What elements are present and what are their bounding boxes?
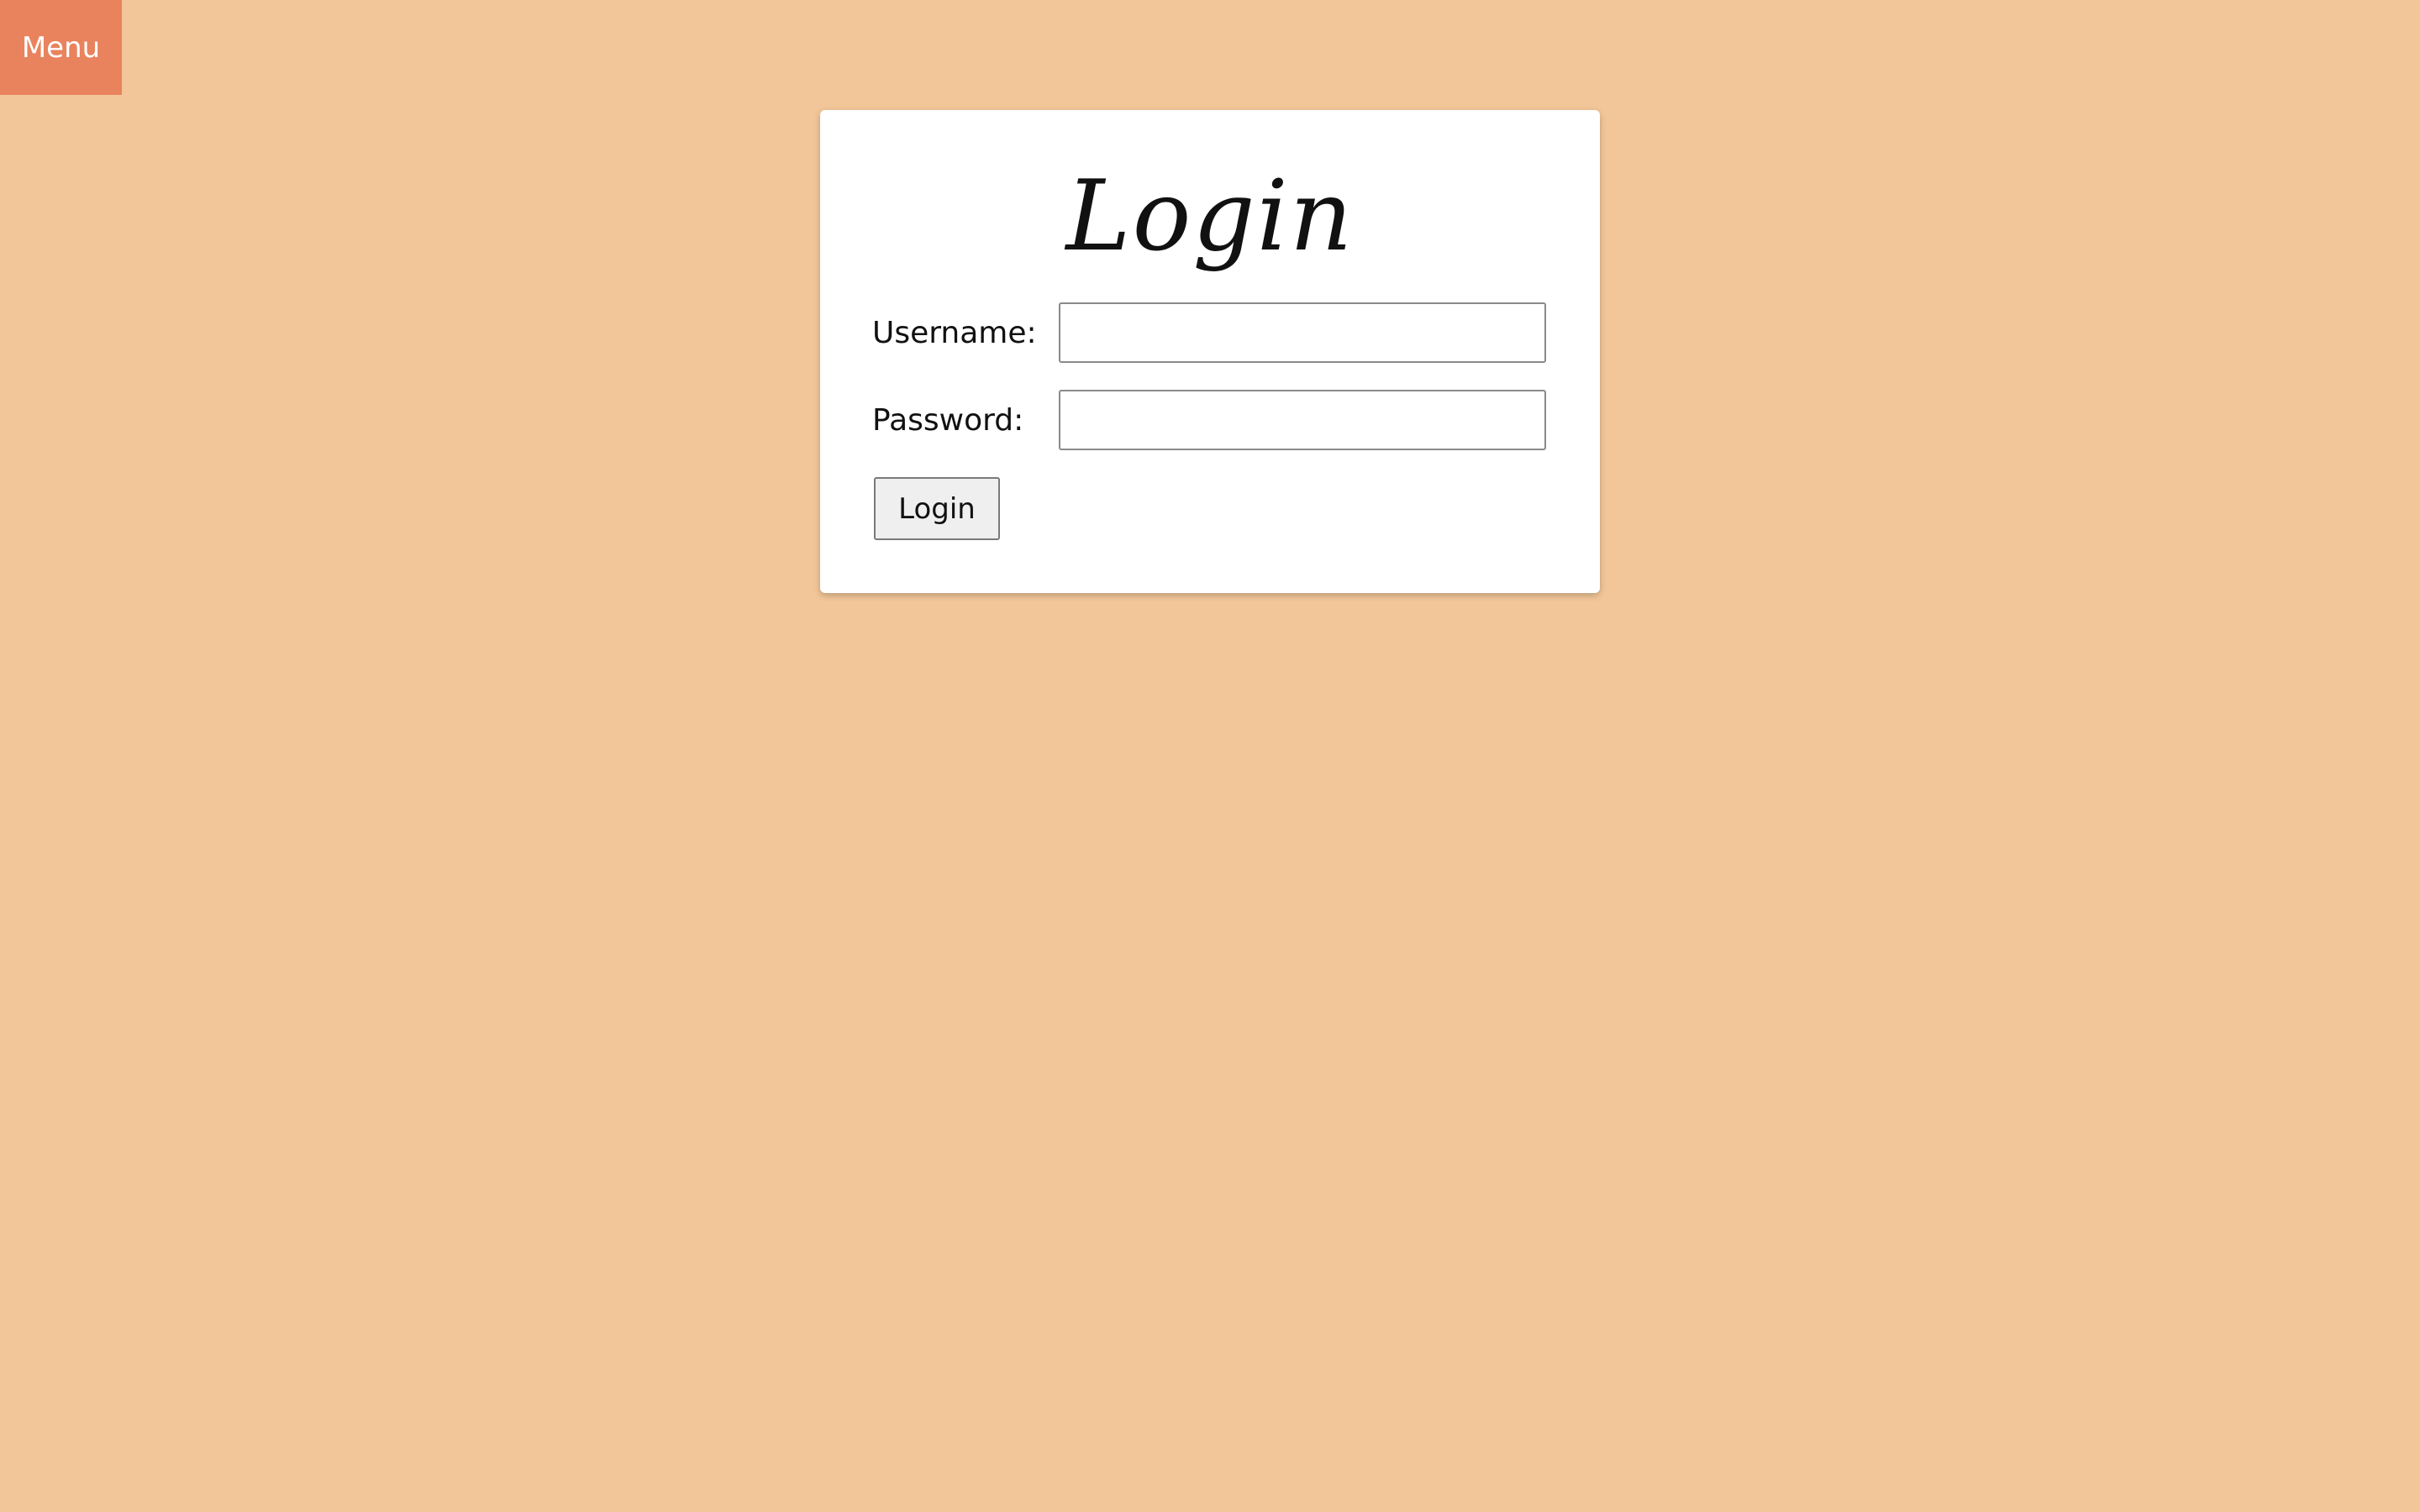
menu-button[interactable]: Menu [0, 0, 122, 95]
username-row: Username: [872, 302, 1546, 364]
username-input[interactable] [1059, 302, 1546, 363]
password-row: Password: [872, 389, 1546, 451]
login-button[interactable]: Login [874, 477, 1000, 540]
password-input[interactable] [1059, 390, 1546, 450]
login-title: Login [1065, 160, 1355, 273]
password-label: Password: [872, 402, 1024, 438]
username-label: Username: [872, 315, 1037, 350]
login-card: Login Username: Password: Login [820, 110, 1600, 593]
